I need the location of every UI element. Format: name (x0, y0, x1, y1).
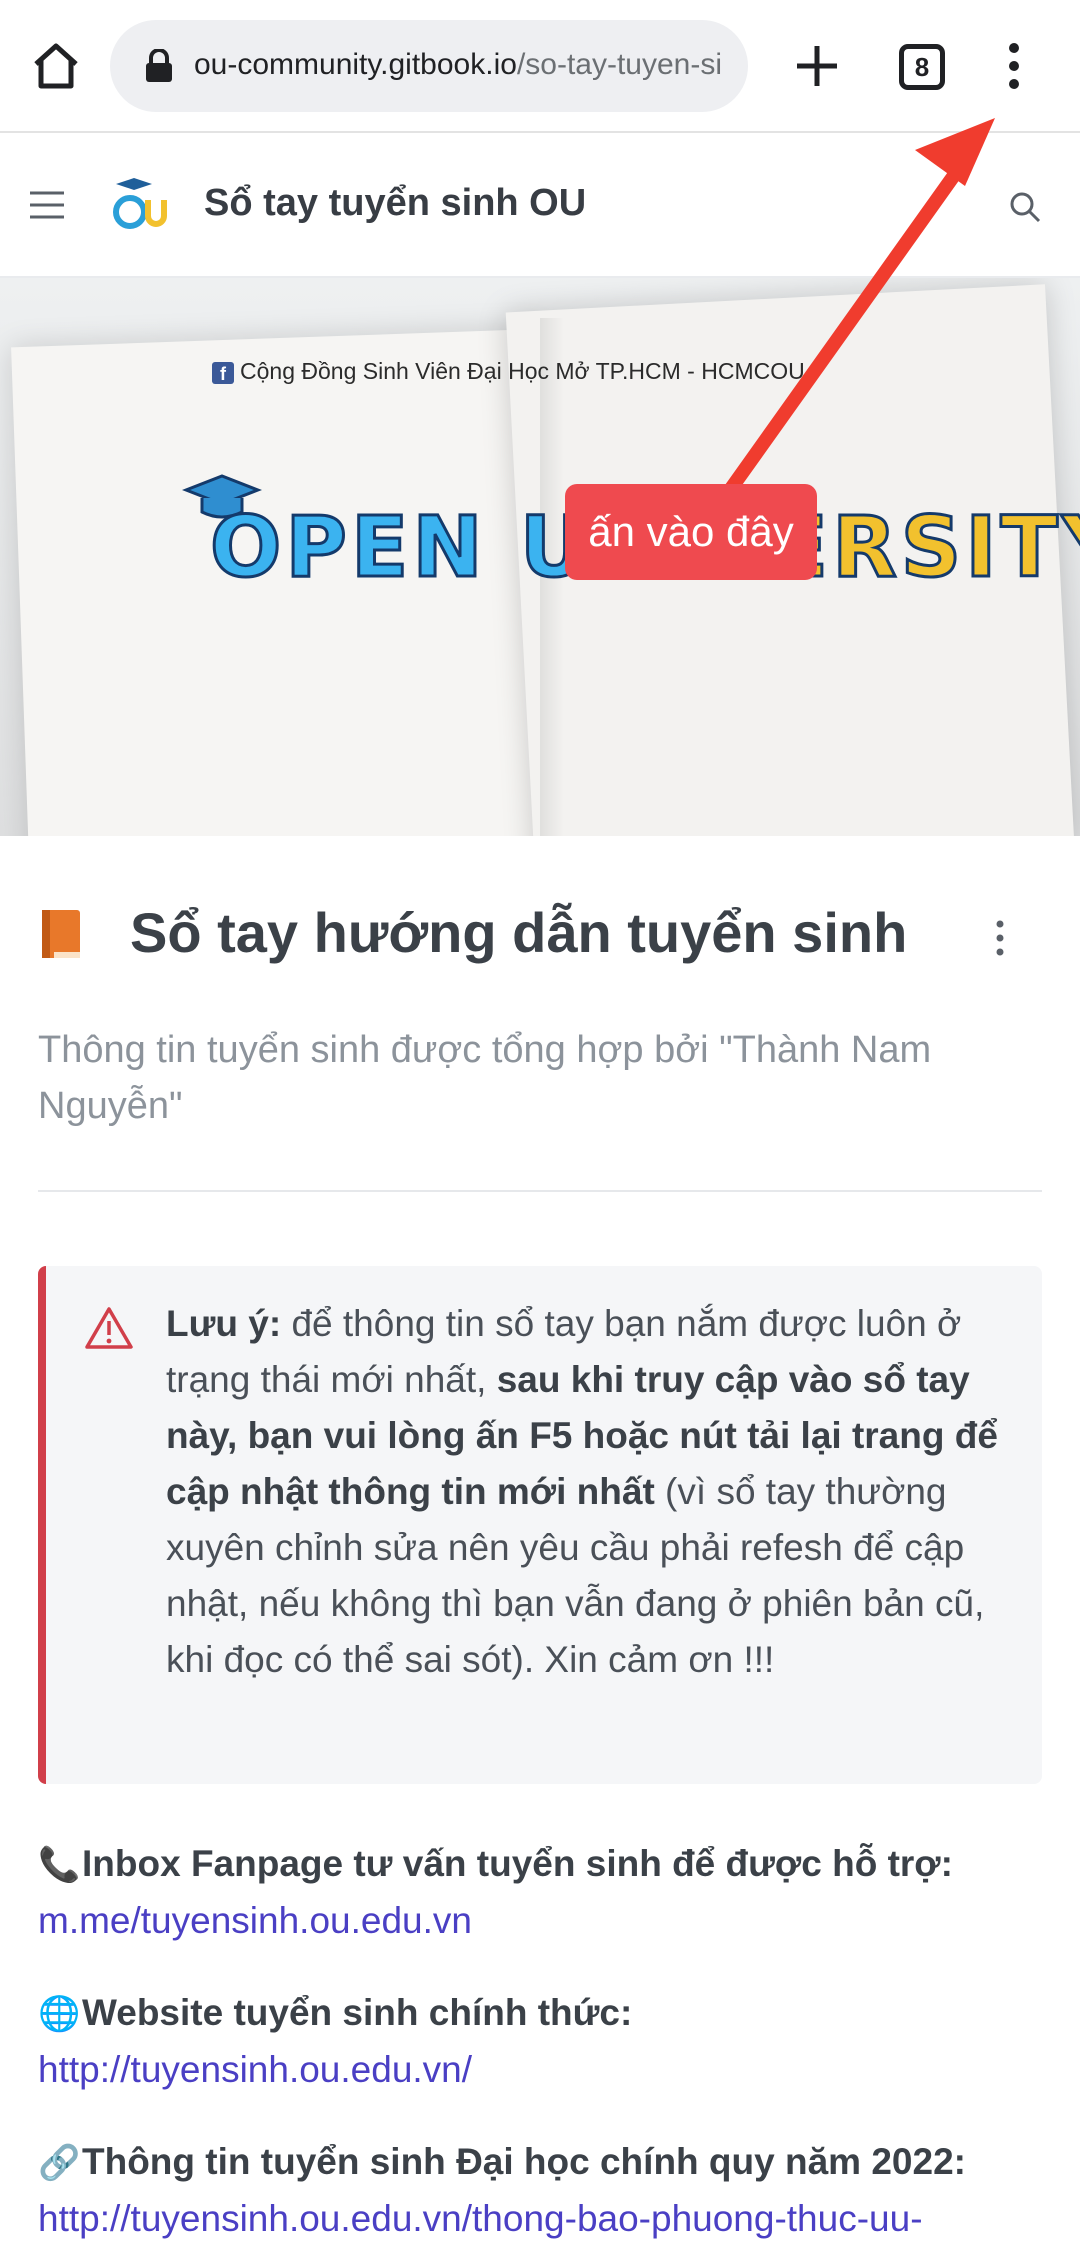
website-link[interactable]: http://tuyensinh.ou.edu.vn/ (38, 2042, 1048, 2098)
info-fanpage-text: Inbox Fanpage tư vấn tuyển sinh để được … (82, 1843, 953, 1884)
phone-icon: 📞 (38, 1846, 81, 1884)
cover-image: f Cộng Đồng Sinh Viên Đại Học Mở TP.HCM -… (0, 278, 1080, 836)
page-heading: Sổ tay hướng dẫn tuyển sinh (38, 900, 1048, 980)
warning-icon (85, 1307, 133, 1349)
info-fanpage: 📞Inbox Fanpage tư vấn tuyển sinh để được… (38, 1836, 1048, 1949)
divider (38, 1190, 1042, 1192)
info-admission-label: 🔗Thông tin tuyển sinh Đại học chính quy … (38, 2134, 1048, 2191)
address-bar[interactable]: ou-community.gitbook.io/so-tay-tuyen-si (110, 20, 748, 112)
globe-icon: 🌐 (38, 1995, 81, 2033)
info-website-text: Website tuyển sinh chính thức: (82, 1992, 633, 2033)
url-host: ou-community.gitbook.io (194, 48, 517, 81)
url-text: ou-community.gitbook.io/so-tay-tuyen-si (194, 48, 734, 82)
home-icon[interactable] (30, 40, 82, 92)
cover-caption: f Cộng Đồng Sinh Viên Đại Học Mở TP.HCM -… (212, 358, 805, 385)
info-admission-text: Thông tin tuyển sinh Đại học chính quy n… (82, 2141, 966, 2182)
info-admission-2022: 🔗Thông tin tuyển sinh Đại học chính quy … (38, 2134, 1048, 2247)
warning-lead: Lưu ý: (166, 1303, 282, 1344)
site-logo[interactable] (110, 174, 170, 234)
lock-icon (146, 49, 172, 82)
info-website: 🌐Website tuyển sinh chính thức: http://t… (38, 1985, 1048, 2098)
page-description: Thông tin tuyển sinh được tổng hợp bởi "… (38, 1029, 932, 1127)
site-header: Sổ tay tuyển sinh OU (0, 134, 1080, 278)
info-fanpage-label: 📞Inbox Fanpage tư vấn tuyển sinh để được… (38, 1836, 1048, 1893)
orange-book-icon (42, 910, 80, 958)
link-icon: 🔗 (38, 2144, 81, 2182)
warning-text: Lưu ý: để thông tin sổ tay bạn nắm được … (166, 1296, 1026, 1688)
facebook-icon: f (212, 361, 234, 384)
page-actions-icon[interactable] (990, 918, 1010, 958)
cover-caption-text: Cộng Đồng Sinh Viên Đại Học Mở TP.HCM - … (240, 358, 805, 384)
url-path: /so-tay-tuyen-si (516, 48, 723, 81)
admission-link[interactable]: http://tuyensinh.ou.edu.vn/thong-bao-phu… (38, 2191, 1048, 2247)
warning-callout: Lưu ý: để thông tin sổ tay bạn nắm được … (38, 1266, 1042, 1784)
more-menu-icon[interactable] (996, 40, 1032, 92)
annotation-label: ấn vào đây (565, 484, 817, 580)
info-website-label: 🌐Website tuyển sinh chính thức: (38, 1985, 1048, 2042)
page-title: Sổ tay hướng dẫn tuyển sinh (130, 901, 908, 964)
hamburger-menu-icon[interactable] (28, 190, 66, 220)
tab-switcher-button[interactable]: 8 (899, 44, 945, 90)
site-title[interactable]: Sổ tay tuyển sinh OU (204, 182, 586, 225)
browser-toolbar: ou-community.gitbook.io/so-tay-tuyen-si … (0, 0, 1080, 133)
search-icon[interactable] (1008, 190, 1042, 224)
fanpage-link[interactable]: m.me/tuyensinh.ou.edu.vn (38, 1893, 1048, 1949)
new-tab-icon[interactable] (793, 42, 841, 90)
